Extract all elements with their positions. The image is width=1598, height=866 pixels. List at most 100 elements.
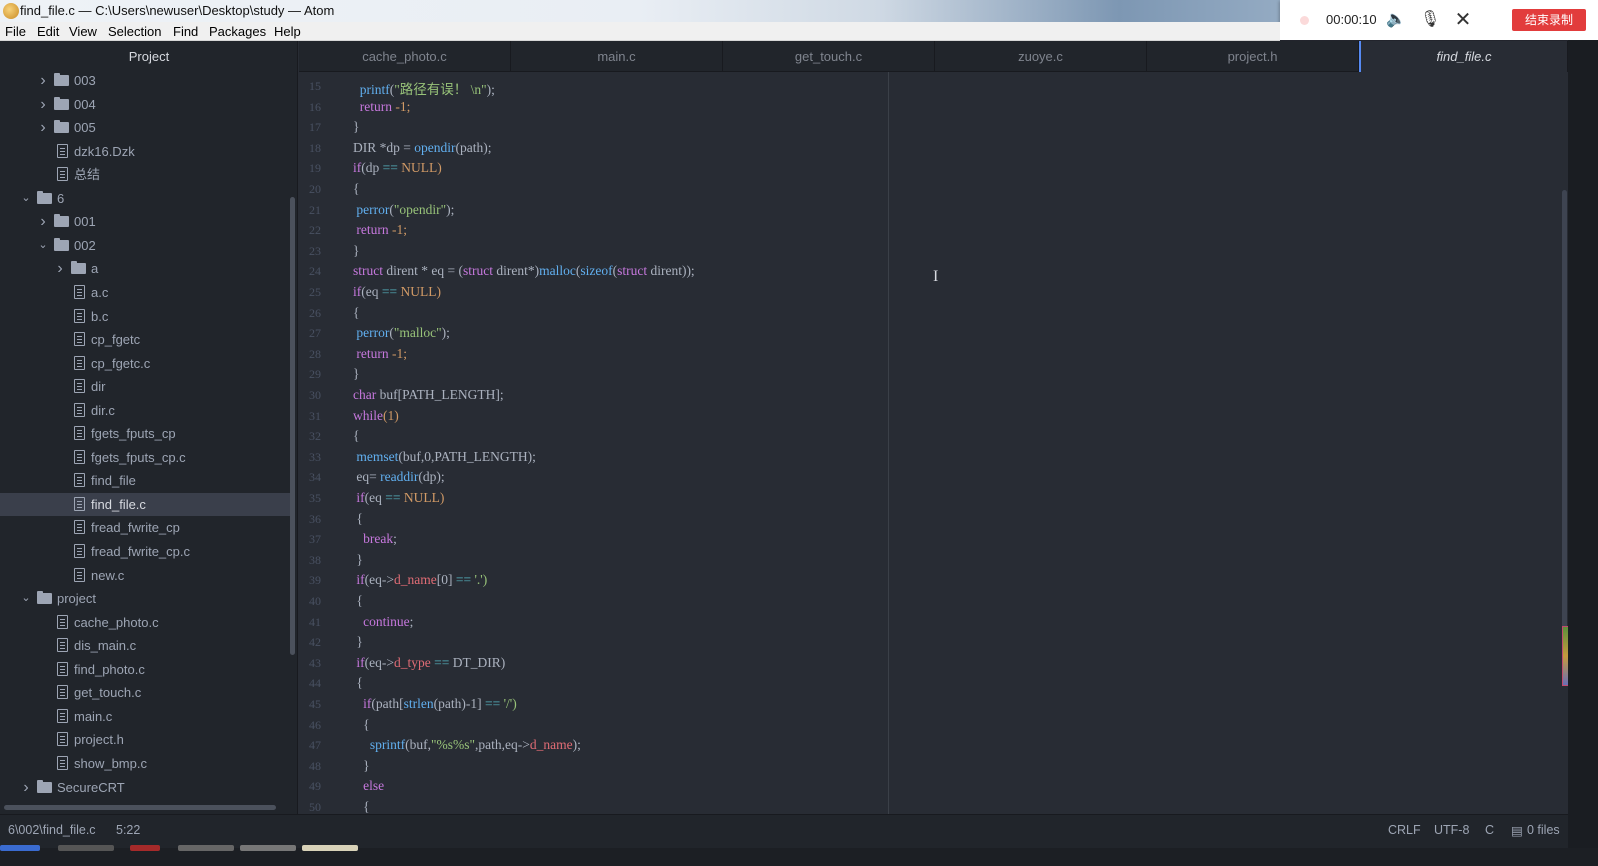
- menu-view[interactable]: View: [69, 24, 97, 39]
- code-line[interactable]: char buf[PATH_LENGTH];: [353, 387, 504, 403]
- tree-file[interactable]: find_photo.c: [0, 658, 290, 681]
- code-line[interactable]: {: [353, 428, 359, 444]
- tree-file[interactable]: cp_fgetc.c: [0, 352, 290, 375]
- tree-file[interactable]: project.h: [0, 728, 290, 751]
- code-line[interactable]: {: [353, 305, 359, 321]
- tree-file[interactable]: show_bmp.c: [0, 752, 290, 775]
- code-line[interactable]: }: [353, 366, 359, 382]
- tree-file[interactable]: fread_fwrite_cp: [0, 516, 290, 539]
- tree-file[interactable]: fgets_fputs_cp.c: [0, 446, 290, 469]
- git-files-icon[interactable]: ▤: [1511, 823, 1523, 838]
- code-line[interactable]: else: [353, 778, 384, 794]
- code-line[interactable]: perror("malloc");: [353, 325, 450, 341]
- chevron-right-icon[interactable]: ›: [54, 257, 66, 280]
- tree-file[interactable]: b.c: [0, 305, 290, 328]
- code-line[interactable]: {: [353, 593, 362, 609]
- tree-folder[interactable]: ⌄ 6: [0, 187, 290, 210]
- code-line[interactable]: return -1;: [353, 222, 407, 238]
- taskbar-app-thumb[interactable]: [178, 845, 234, 851]
- chevron-right-icon[interactable]: ›: [37, 210, 49, 233]
- tab-cache-photo-c[interactable]: cache_photo.c: [299, 41, 511, 72]
- code-line[interactable]: {: [353, 511, 362, 527]
- close-icon[interactable]: ✕: [1454, 10, 1472, 30]
- tree-file[interactable]: 总结: [0, 163, 290, 186]
- tree-folder[interactable]: ⌄ project: [0, 587, 290, 610]
- code-line[interactable]: if(eq == NULL): [353, 490, 444, 506]
- code-line[interactable]: while(1): [353, 408, 399, 424]
- chevron-down-icon[interactable]: ⌄: [37, 234, 49, 257]
- tree-file[interactable]: fread_fwrite_cp.c: [0, 540, 290, 563]
- code-line[interactable]: DIR *dp = opendir(path);: [353, 140, 492, 156]
- taskbar-app-thumb[interactable]: [58, 845, 114, 851]
- code-line[interactable]: {: [353, 181, 359, 197]
- code-line[interactable]: perror("opendir");: [353, 202, 454, 218]
- menu-packages[interactable]: Packages: [209, 24, 266, 39]
- tree-folder[interactable]: › SecureCRT: [0, 776, 290, 799]
- taskbar-app-thumb[interactable]: [240, 845, 296, 851]
- tree-folder[interactable]: › 005: [0, 116, 290, 139]
- code-line[interactable]: sprintf(buf,"%s%s",path,eq->d_name);: [353, 737, 581, 753]
- chevron-right-icon[interactable]: ›: [37, 93, 49, 116]
- status-encoding[interactable]: UTF-8: [1434, 823, 1469, 837]
- stop-recording-button[interactable]: 结束录制: [1512, 9, 1586, 31]
- tree-file[interactable]: fgets_fputs_cp: [0, 422, 290, 445]
- tree-file[interactable]: dis_main.c: [0, 634, 290, 657]
- code-line[interactable]: break;: [353, 531, 397, 547]
- code-line[interactable]: printf("路径有误！ \n");: [353, 78, 495, 98]
- tree-file[interactable]: cache_photo.c: [0, 611, 290, 634]
- code-line[interactable]: if(eq->d_name[0] == '.'): [353, 572, 487, 588]
- tab-find-file-c[interactable]: find_file.c: [1359, 41, 1568, 72]
- status-grammar[interactable]: C: [1485, 823, 1494, 837]
- chevron-down-icon[interactable]: ⌄: [20, 187, 32, 210]
- code-line[interactable]: struct dirent * eq = (struct dirent*)mal…: [353, 263, 695, 279]
- code-line[interactable]: }: [353, 634, 362, 650]
- tree-file[interactable]: find_file: [0, 469, 290, 492]
- code-line[interactable]: if(eq->d_type == DT_DIR): [353, 655, 505, 671]
- chevron-down-icon[interactable]: ⌄: [20, 587, 32, 610]
- code-line[interactable]: {: [353, 799, 369, 814]
- tab-project-h[interactable]: project.h: [1147, 41, 1359, 72]
- chevron-right-icon[interactable]: ›: [37, 69, 49, 92]
- code-editor[interactable]: 15 printf("路径有误！ \n"); 16 return -1; 17} 18…: [299, 72, 1568, 814]
- sidebar-vertical-scrollbar[interactable]: [290, 197, 295, 655]
- taskbar-start-icon[interactable]: [0, 845, 40, 851]
- code-line[interactable]: continue;: [353, 614, 413, 630]
- tab-zuoye-c[interactable]: zuoye.c: [935, 41, 1147, 72]
- status-files-count[interactable]: 0 files: [1527, 823, 1560, 837]
- code-line[interactable]: return -1;: [353, 99, 411, 115]
- status-cursor-position[interactable]: 5:22: [116, 823, 140, 837]
- taskbar-app-thumb[interactable]: [302, 845, 358, 851]
- code-line[interactable]: }: [353, 243, 359, 259]
- code-line[interactable]: eq= readdir(dp);: [353, 469, 444, 485]
- tree-file[interactable]: a.c: [0, 281, 290, 304]
- status-line-ending[interactable]: CRLF: [1388, 823, 1421, 837]
- code-line[interactable]: }: [353, 758, 369, 774]
- chevron-right-icon[interactable]: ›: [37, 116, 49, 139]
- menu-edit[interactable]: Edit: [37, 24, 59, 39]
- tree-file[interactable]: find_file.c: [0, 492, 290, 516]
- menu-selection[interactable]: Selection: [108, 24, 161, 39]
- tree-folder[interactable]: › 003: [0, 69, 290, 92]
- microphone-icon[interactable]: 🎙: [1420, 11, 1440, 29]
- tree-file[interactable]: new.c: [0, 564, 290, 587]
- tab-get-touch-c[interactable]: get_touch.c: [723, 41, 935, 72]
- code-line[interactable]: return -1;: [353, 346, 407, 362]
- code-line[interactable]: if(path[strlen(path)-1] == '/'): [353, 696, 517, 712]
- tree-file[interactable]: dir.c: [0, 399, 290, 422]
- menu-file[interactable]: File: [5, 24, 26, 39]
- tree-folder[interactable]: ⌄ 002: [0, 234, 290, 257]
- tree-file[interactable]: dzk16.Dzk: [0, 140, 290, 163]
- code-line[interactable]: }: [353, 119, 359, 135]
- code-line[interactable]: {: [353, 675, 362, 691]
- tree-file[interactable]: get_touch.c: [0, 681, 290, 704]
- menu-help[interactable]: Help: [274, 24, 301, 39]
- code-line[interactable]: if(eq == NULL): [353, 284, 441, 300]
- menu-find[interactable]: Find: [173, 24, 198, 39]
- speaker-icon[interactable]: 🔈: [1386, 11, 1406, 29]
- chevron-right-icon[interactable]: ›: [20, 776, 32, 799]
- code-line[interactable]: {: [353, 717, 369, 733]
- sidebar-horizontal-scrollbar[interactable]: [4, 805, 276, 810]
- tree-file[interactable]: cp_fgetc: [0, 328, 290, 351]
- tree-folder[interactable]: › 004: [0, 93, 290, 116]
- editor-vertical-scrollbar[interactable]: [1562, 190, 1567, 630]
